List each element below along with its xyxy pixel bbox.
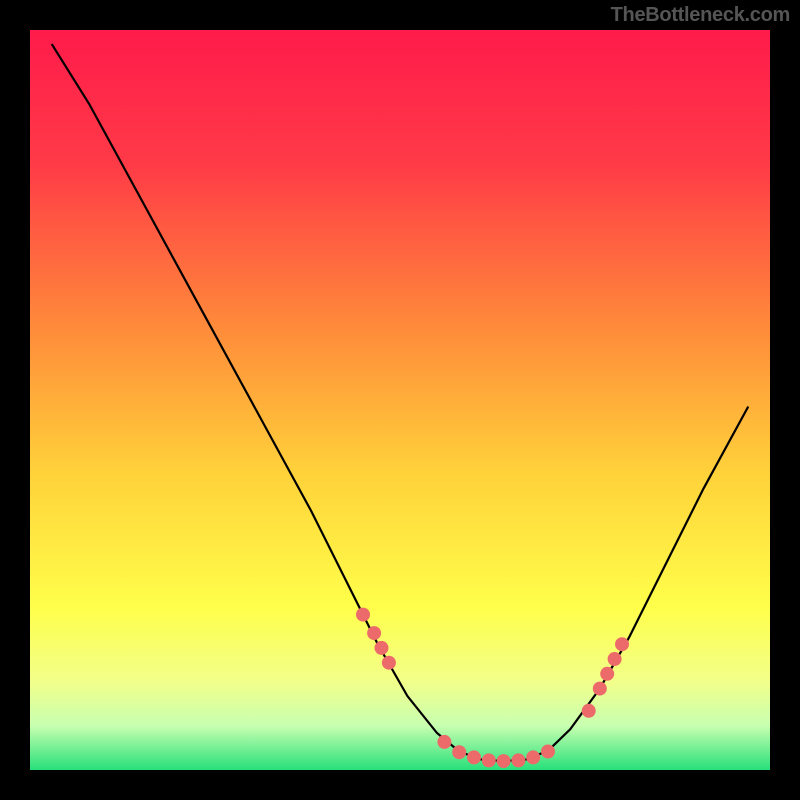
plot-background — [30, 30, 770, 770]
curve-marker — [482, 753, 496, 767]
curve-marker — [382, 656, 396, 670]
curve-marker — [511, 753, 525, 767]
curve-marker — [526, 750, 540, 764]
curve-marker — [375, 641, 389, 655]
bottleneck-chart — [0, 0, 800, 800]
curve-marker — [600, 667, 614, 681]
curve-marker — [541, 745, 555, 759]
curve-marker — [582, 704, 596, 718]
chart-stage: TheBottleneck.com — [0, 0, 800, 800]
curve-marker — [367, 626, 381, 640]
curve-marker — [608, 652, 622, 666]
curve-marker — [452, 745, 466, 759]
curve-marker — [356, 608, 370, 622]
curve-marker — [437, 735, 451, 749]
curve-marker — [467, 750, 481, 764]
curve-marker — [615, 637, 629, 651]
curve-marker — [593, 682, 607, 696]
curve-marker — [497, 754, 511, 768]
